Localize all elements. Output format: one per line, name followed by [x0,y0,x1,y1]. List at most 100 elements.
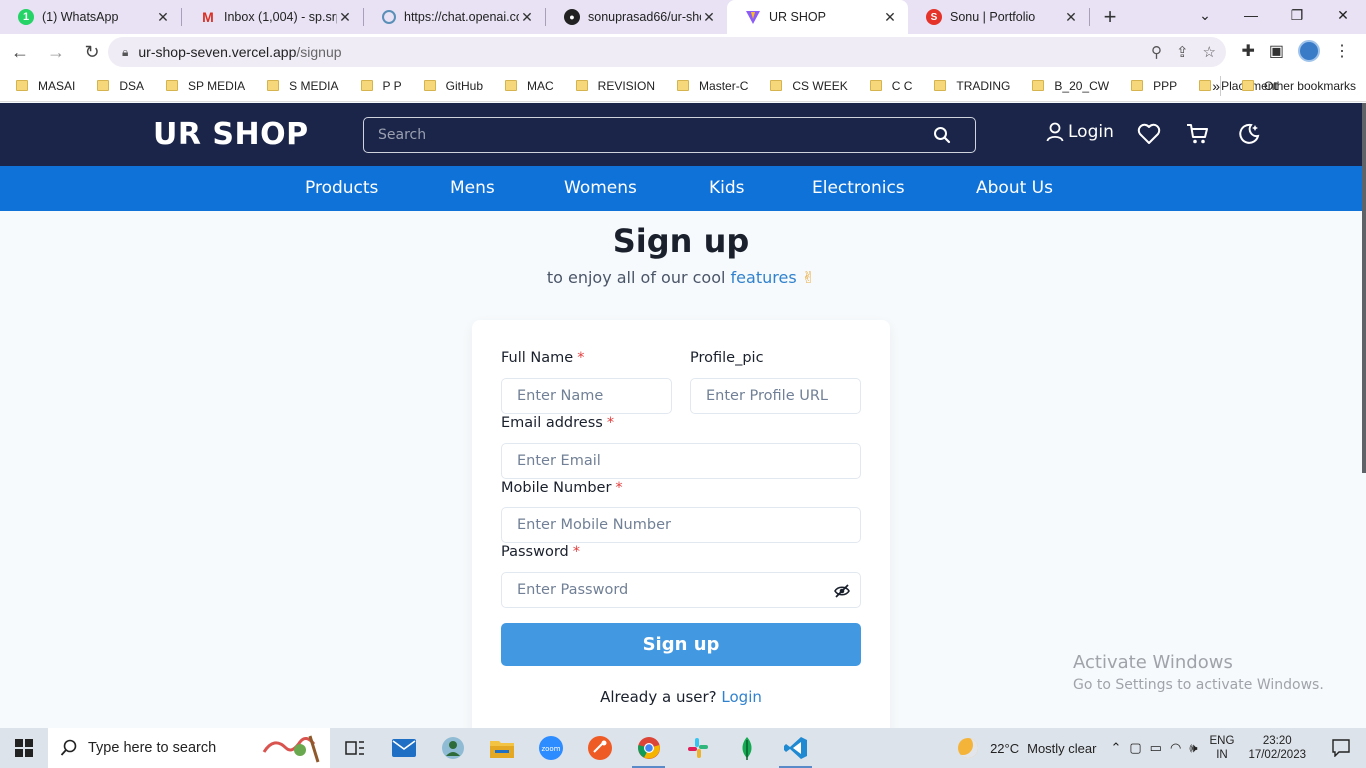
bookmark-folder[interactable]: P P [360,79,402,93]
wishlist-heart-icon[interactable] [1137,123,1161,145]
taskbar-search[interactable]: Type here to search [48,728,330,768]
close-tab-icon[interactable]: ✕ [519,9,535,26]
profile-avatar[interactable] [1298,40,1320,62]
header-login-link[interactable]: Login [1046,122,1114,142]
tab-gmail[interactable]: M Inbox (1,004) - sp.srp1 ✕ [182,0,363,34]
tab-title: UR SHOP [769,10,826,24]
bookmark-folder[interactable]: B_20_CW [1032,79,1109,93]
reload-button[interactable]: ↻ [76,36,108,68]
subtitle-text: to enjoy all of our cool [546,268,726,287]
wifi-icon[interactable]: ◠ [1170,740,1181,756]
zoom-app-icon[interactable]: zoom [526,728,575,768]
bookmark-folder[interactable]: CS WEEK [770,79,848,93]
tab-search-icon[interactable]: ⌄ [1182,0,1228,30]
nav-products[interactable]: Products [305,178,378,198]
toggle-password-visibility-icon[interactable] [834,583,850,599]
input-language[interactable]: ENG IN [1210,734,1235,762]
slack-app-icon[interactable] [673,728,722,768]
file-explorer-icon[interactable] [477,728,526,768]
bookmark-folder[interactable]: TRADING [934,79,1010,93]
people-app-icon[interactable] [428,728,477,768]
search-icon[interactable] [933,126,951,144]
side-panel-icon[interactable]: ▣ [1269,41,1284,61]
bookmark-folder[interactable]: GitHub [423,79,483,93]
close-tab-icon[interactable]: ✕ [337,9,353,26]
tab-whatsapp[interactable]: 1 (1) WhatsApp ✕ [0,0,181,34]
full-name-input[interactable] [502,379,671,413]
tab-github[interactable]: ● sonuprasad66/ur-shop ✕ [546,0,727,34]
label-text: Mobile Number [501,480,612,496]
battery-icon[interactable]: ▭ [1150,740,1162,756]
mobile-input[interactable] [502,508,860,542]
postman-app-icon[interactable] [575,728,624,768]
close-window-button[interactable]: ✕ [1320,0,1366,30]
email-input[interactable] [502,444,860,478]
share-icon[interactable]: ⇪ [1176,43,1189,61]
chrome-menu-icon[interactable]: ⋮ [1334,41,1350,61]
forward-button[interactable]: → [40,36,72,68]
signup-submit-button[interactable]: Sign up [501,623,861,666]
search-input[interactable] [364,118,975,152]
close-tab-icon[interactable]: ✕ [701,9,717,26]
bookmarks-overflow-button[interactable]: » [1212,78,1220,94]
bookmark-folder[interactable]: MASAI [16,79,75,93]
bookmark-folder[interactable]: REVISION [575,79,655,93]
bookmark-label: DSA [119,78,145,93]
tab-title: (1) WhatsApp [42,10,119,24]
weather-widget[interactable]: 22°C Mostly clear [958,738,1096,758]
login-link[interactable]: Login [721,688,761,706]
search-icon [60,739,77,756]
bookmark-folder[interactable]: PPP [1131,79,1177,93]
speaker-icon[interactable]: 🕪︎ [1189,740,1197,756]
bookmark-star-icon[interactable]: ☆ [1203,43,1216,61]
task-view-icon[interactable] [330,728,379,768]
folder-icon [575,80,588,91]
notification-center-icon[interactable] [1326,739,1356,757]
profile-url-input[interactable] [691,379,860,413]
bookmark-folder[interactable]: C C [869,79,912,93]
restore-button[interactable]: ❐ [1274,0,1320,30]
zoom-icon[interactable]: ⚲ [1151,43,1162,61]
password-input[interactable] [502,573,860,607]
close-tab-icon[interactable]: ✕ [882,9,898,26]
nav-kids[interactable]: Kids [709,178,745,198]
bookmark-folder[interactable]: SP MEDIA [166,79,245,93]
close-tab-icon[interactable]: ✕ [155,9,171,26]
bookmark-folder[interactable]: Master-C [677,79,748,93]
vscode-app-icon[interactable] [771,728,820,768]
mongodb-compass-icon[interactable] [722,728,771,768]
close-tab-icon[interactable]: ✕ [1063,9,1079,26]
url-omnibox[interactable]: 🔒︎ ur-shop-seven.vercel.app/signup ⚲ ⇪ ☆ [108,37,1226,67]
new-tab-button[interactable]: + [1090,0,1130,34]
dark-mode-moon-icon[interactable] [1237,123,1261,145]
page-scrollbar[interactable] [1362,103,1366,473]
nav-womens[interactable]: Womens [564,178,637,198]
clock[interactable]: 23:20 17/02/2023 [1248,734,1306,762]
cart-icon[interactable] [1186,123,1210,145]
tab-openai[interactable]: https://chat.openai.co ✕ [364,0,545,34]
extensions-puzzle-icon[interactable]: ✚ [1241,41,1254,61]
site-logo[interactable]: UR SHOP [153,117,309,152]
show-hidden-icons-chevron-icon[interactable]: ⌃ [1110,740,1121,756]
meet-now-icon[interactable]: ▢ [1129,740,1141,756]
url-host: ur-shop-seven.vercel.app [138,44,297,60]
minimize-button[interactable]: — [1228,0,1274,30]
mail-app-icon[interactable] [379,728,428,768]
folder-icon [423,80,436,91]
bookmark-folder[interactable]: MAC [505,79,554,93]
nav-electronics[interactable]: Electronics [812,178,905,198]
search-highlight-art-icon [262,735,320,763]
bookmark-label: Other bookmarks [1263,78,1356,93]
tab-ur-shop[interactable]: UR SHOP ✕ [727,0,908,34]
bookmark-folder[interactable]: DSA [97,79,144,93]
start-button[interactable] [0,728,48,768]
chrome-app-icon[interactable] [624,728,673,768]
other-bookmarks-folder[interactable]: Other bookmarks [1219,75,1356,96]
bookmark-folder[interactable]: S MEDIA [267,79,339,93]
nav-about-us[interactable]: About Us [976,178,1053,198]
tab-portfolio[interactable]: S Sonu | Portfolio ✕ [908,0,1089,34]
back-button[interactable]: ← [4,36,36,68]
lock-icon[interactable]: 🔒︎ [122,45,128,60]
mobile-label: Mobile Number * [501,480,623,496]
nav-mens[interactable]: Mens [450,178,495,198]
